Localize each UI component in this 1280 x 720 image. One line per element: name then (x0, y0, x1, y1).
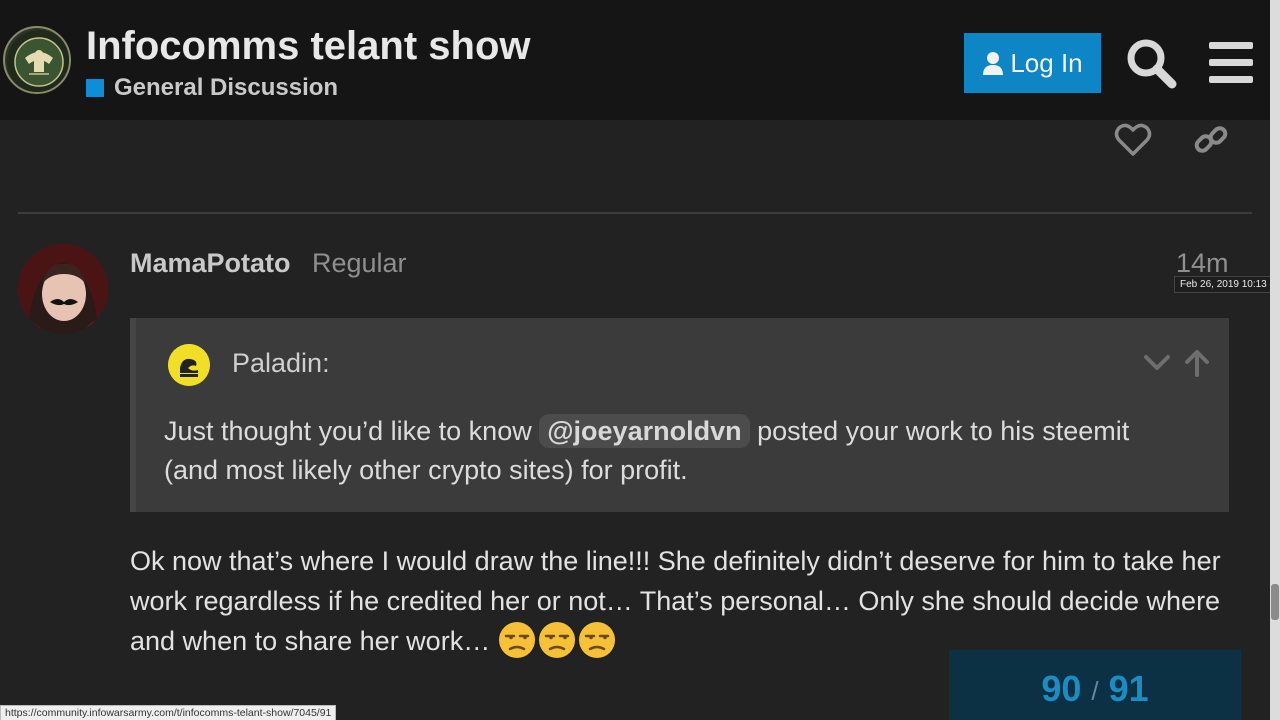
user-mention[interactable]: @joeyarnoldvn (539, 414, 750, 448)
quote-block: Paladin: Just thought you’d like to know… (130, 318, 1229, 512)
category-color-square (86, 79, 104, 97)
progress-total: 91 (1108, 668, 1149, 709)
infowars-army-seal-icon[interactable] (3, 26, 71, 94)
user-icon (983, 52, 1004, 75)
arrow-up-icon[interactable] (1182, 348, 1212, 378)
post-date-tooltip: Feb 26, 2019 10:13 am (1174, 276, 1280, 293)
category-badge[interactable]: General Discussion (86, 74, 338, 102)
search-icon[interactable] (1124, 36, 1178, 90)
progress-current: 90 (1041, 668, 1082, 709)
post-body-text: Ok now that’s where I would draw the lin… (130, 546, 1221, 656)
site-header: Infocomms telant show General Discussion… (0, 0, 1270, 120)
page-scrollbar[interactable] (1270, 0, 1280, 720)
quote-avatar[interactable] (168, 344, 210, 386)
chevron-down-icon[interactable] (1142, 348, 1172, 378)
post-username[interactable]: MamaPotato (130, 248, 291, 279)
post-time[interactable]: 14m (1176, 248, 1229, 279)
post-divider (18, 212, 1252, 214)
link-icon[interactable] (1192, 120, 1230, 160)
hamburger-menu-icon[interactable] (1206, 40, 1256, 86)
user-title: Regular (312, 248, 407, 278)
category-name: General Discussion (114, 74, 339, 101)
quote-author: Paladin: (232, 348, 330, 378)
browser-status-url: https://community.infowarsarmy.com/t/inf… (0, 705, 337, 720)
quote-text-before: Just thought you’d like to know (164, 416, 540, 446)
topic-progress-indicator[interactable]: 90 / 91 (949, 650, 1241, 720)
unamused-face-icon (578, 622, 615, 658)
login-button[interactable]: Log In (964, 33, 1101, 93)
unamused-face-icon (498, 622, 535, 658)
unamused-face-icon (538, 622, 575, 658)
quote-text: Just thought you’d like to know @joeyarn… (164, 412, 1174, 490)
post-body: Ok now that’s where I would draw the lin… (130, 542, 1240, 662)
login-label: Log In (1010, 47, 1083, 78)
progress-separator: / (1091, 676, 1099, 706)
scrollbar-thumb[interactable] (1271, 584, 1279, 620)
heart-icon[interactable] (1114, 122, 1152, 158)
avatar[interactable] (18, 244, 108, 334)
topic-title[interactable]: Infocomms telant show (86, 24, 531, 69)
